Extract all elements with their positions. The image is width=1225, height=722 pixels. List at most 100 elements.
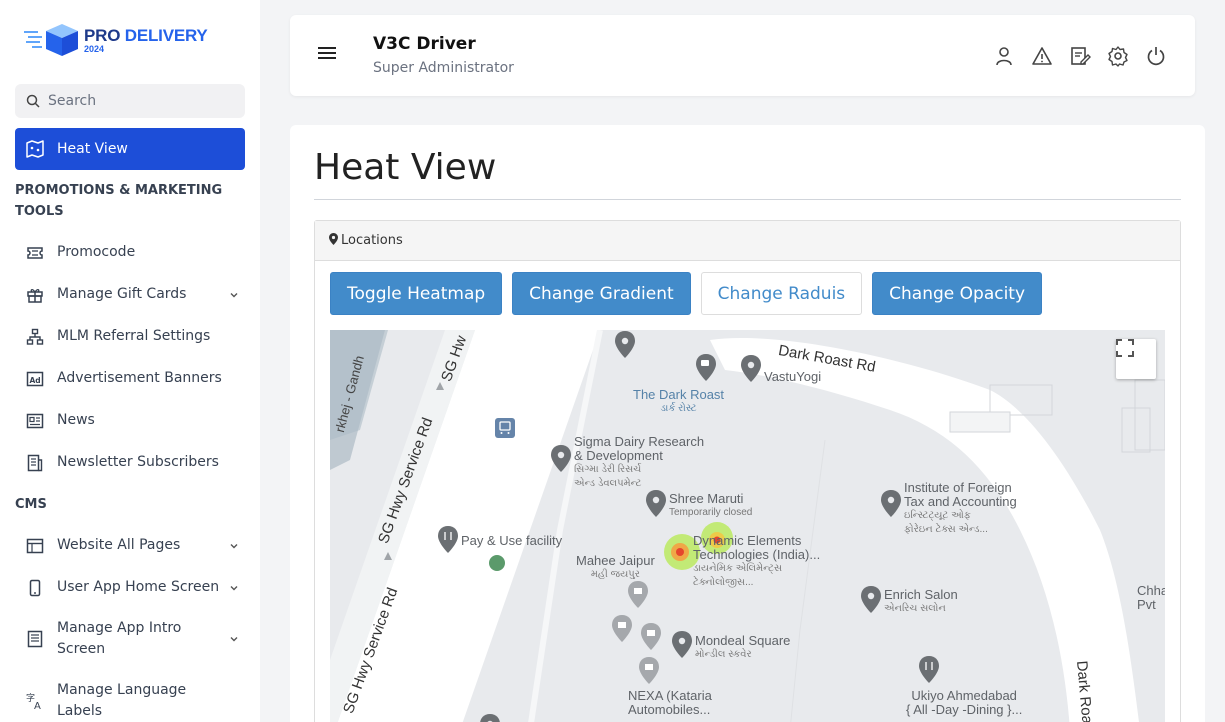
sidebar-item-app-intro[interactable]: Manage App Intro Screen bbox=[15, 618, 245, 660]
poi-dynamic-elements[interactable]: Dynamic Elements Technologies (India)...… bbox=[693, 534, 820, 590]
poi-subname: ઇન્સ્ટિટ્યૂટ ઓફ bbox=[904, 510, 971, 521]
poi-vastuyogi[interactable]: VastuYogi bbox=[764, 370, 821, 384]
poi-name: Chha bbox=[1137, 583, 1165, 598]
sidebar-item-label: Manage App Intro Screen bbox=[57, 620, 182, 657]
poi-mondeal-square[interactable]: Mondeal Square મોન્ડીલ સ્કવેર bbox=[695, 634, 790, 662]
sidebar-item-mlm-referral[interactable]: MLM Referral Settings bbox=[15, 326, 245, 347]
divider bbox=[314, 199, 1181, 200]
toggle-heatmap-button[interactable]: Toggle Heatmap bbox=[330, 272, 503, 315]
heat-map[interactable]: Dark Roast Rd SG Hwy Service Rd SG Hwy S… bbox=[330, 330, 1165, 722]
sidebar-item-label: News bbox=[57, 412, 95, 428]
section-cms: CMS bbox=[15, 497, 47, 512]
poi-name: Mahee Jaipur bbox=[576, 553, 655, 568]
sidebar-item-gift-cards[interactable]: Manage Gift Cards bbox=[15, 284, 245, 305]
settings-icon[interactable] bbox=[1107, 45, 1129, 67]
hierarchy-icon bbox=[25, 327, 45, 347]
poi-chha[interactable]: Chha Pvt bbox=[1137, 584, 1165, 612]
poi-mahee-jaipur[interactable]: Mahee Jaipur મહી જયપુર bbox=[576, 554, 655, 582]
chevron-down-icon bbox=[229, 541, 239, 551]
browser-icon bbox=[25, 536, 45, 556]
sidebar-item-advertisement-banners[interactable]: Ad Advertisement Banners bbox=[15, 368, 245, 389]
menu-icon[interactable] bbox=[318, 47, 336, 61]
poi-subname: મોન્ડીલ સ્કવેર bbox=[695, 649, 752, 660]
ad-icon: Ad bbox=[25, 369, 45, 389]
fullscreen-button[interactable] bbox=[1116, 339, 1156, 379]
poi-name: Shree Maruti bbox=[669, 491, 744, 506]
sidebar-item-language-labels[interactable]: 字A Manage Language Labels bbox=[15, 680, 245, 722]
map-controls: Toggle Heatmap Change Gradient Change Ra… bbox=[330, 272, 1043, 315]
sidebar-item-label: Promocode bbox=[57, 244, 136, 260]
poi-name: Automobiles... bbox=[628, 702, 711, 717]
alert-icon[interactable] bbox=[1031, 45, 1053, 67]
sidebar-item-label: Manage Language Labels bbox=[57, 682, 187, 719]
poi-name: & Development bbox=[574, 448, 663, 463]
poi-name: Mondeal Square bbox=[695, 633, 791, 648]
intro-icon bbox=[25, 629, 45, 649]
poi-subname: ડાયનેમિક એલિમેન્ટ્સ bbox=[693, 563, 783, 574]
change-gradient-button[interactable]: Change Gradient bbox=[512, 272, 691, 315]
page-title: Heat View bbox=[314, 147, 497, 188]
heat-map-icon bbox=[25, 139, 45, 159]
locations-panel: Locations Toggle Heatmap Change Gradient… bbox=[314, 220, 1181, 722]
poi-name: NEXA (Kataria bbox=[628, 688, 712, 703]
logo-brand-2: DELIVERY bbox=[124, 25, 208, 45]
poi-pay-use[interactable]: Pay & Use facility bbox=[461, 534, 562, 548]
poi-name: Ukiyo Ahmedabad bbox=[911, 688, 1017, 703]
logo-year: 2024 bbox=[84, 43, 105, 54]
gift-icon bbox=[25, 285, 45, 305]
sidebar-item-newsletter-subscribers[interactable]: Newsletter Subscribers bbox=[15, 452, 245, 473]
poi-subname: એનરિચ સલોન bbox=[884, 603, 946, 614]
poi-name: { All -Day -Dining }... bbox=[906, 702, 1023, 717]
poi-name: Institute of Foreign bbox=[904, 480, 1012, 495]
user-icon[interactable] bbox=[993, 45, 1015, 67]
poi-name: The Dark Roast bbox=[633, 387, 725, 402]
map-marker-icon bbox=[329, 232, 338, 249]
poi-name: Dynamic Elements bbox=[693, 533, 802, 548]
poi-nexa[interactable]: NEXA (Kataria Automobiles... bbox=[628, 689, 712, 717]
sidebar-item-user-app-home[interactable]: User App Home Screen bbox=[15, 577, 245, 598]
map-base bbox=[330, 330, 1165, 722]
panel-header: Locations bbox=[315, 221, 1180, 261]
logo-cube-icon bbox=[24, 22, 80, 58]
sidebar-item-promocode[interactable]: Promocode bbox=[15, 242, 245, 263]
sidebar-item-website-pages[interactable]: Website All Pages bbox=[15, 535, 245, 556]
change-radius-button[interactable]: Change Raduis bbox=[700, 272, 863, 315]
search-input[interactable] bbox=[48, 93, 228, 109]
sidebar-item-label: Newsletter Subscribers bbox=[57, 454, 219, 470]
search-box[interactable] bbox=[15, 84, 245, 118]
poi-name: Enrich Salon bbox=[884, 587, 958, 602]
svg-text:A: A bbox=[34, 701, 41, 711]
sidebar-item-heat-view[interactable]: Heat View bbox=[15, 128, 245, 170]
mobile-icon bbox=[25, 578, 45, 598]
header-actions bbox=[993, 45, 1167, 67]
svg-text:Ad: Ad bbox=[30, 376, 41, 385]
poi-shree-maruti[interactable]: Shree Maruti Temporarily closed bbox=[669, 492, 752, 520]
sidebar-item-label: Website All Pages bbox=[57, 537, 181, 553]
poi-subname: Temporarily closed bbox=[669, 507, 753, 518]
logo-brand-1: PRO bbox=[84, 25, 121, 45]
language-icon: 字A bbox=[25, 691, 45, 711]
sidebar-item-label: Heat View bbox=[57, 141, 128, 157]
poi-sigma-dairy[interactable]: Sigma Dairy Research & Development સિગ્મ… bbox=[574, 435, 704, 491]
poi-subname: મહી જયપુર bbox=[590, 569, 640, 580]
edit-note-icon[interactable] bbox=[1069, 45, 1091, 67]
user-role: Super Administrator bbox=[373, 60, 514, 76]
chevron-down-icon bbox=[229, 583, 239, 593]
poi-ukiyo[interactable]: Ukiyo Ahmedabad { All -Day -Dining }... bbox=[906, 689, 1022, 717]
chevron-down-icon bbox=[229, 634, 239, 644]
main-content: Heat View Locations Toggle Heatmap Chang… bbox=[290, 125, 1205, 722]
poi-institute[interactable]: Institute of Foreign Tax and Accounting … bbox=[904, 481, 1017, 537]
power-icon[interactable] bbox=[1145, 45, 1167, 67]
panel-title: Locations bbox=[341, 233, 403, 248]
poi-name: Technologies (India)... bbox=[693, 547, 821, 562]
poi-enrich-salon[interactable]: Enrich Salon એનરિચ સલોન bbox=[884, 588, 958, 616]
poi-dark-roast[interactable]: The Dark Roast ડાર્ક રોસ્ટ bbox=[633, 388, 724, 416]
sidebar-item-news[interactable]: News bbox=[15, 410, 245, 431]
sidebar-item-label: Manage Gift Cards bbox=[57, 286, 187, 302]
change-opacity-button[interactable]: Change Opacity bbox=[872, 272, 1043, 315]
poi-subname: ફોરેઇન ટેક્સ એન્ડ... bbox=[904, 524, 988, 535]
top-header: V3C Driver Super Administrator bbox=[290, 15, 1195, 96]
poi-name: Tax and Accounting bbox=[904, 494, 1017, 509]
poi-name: Pvt bbox=[1137, 597, 1156, 612]
logo[interactable]: PRO DELIVERY 2024 bbox=[24, 22, 208, 58]
